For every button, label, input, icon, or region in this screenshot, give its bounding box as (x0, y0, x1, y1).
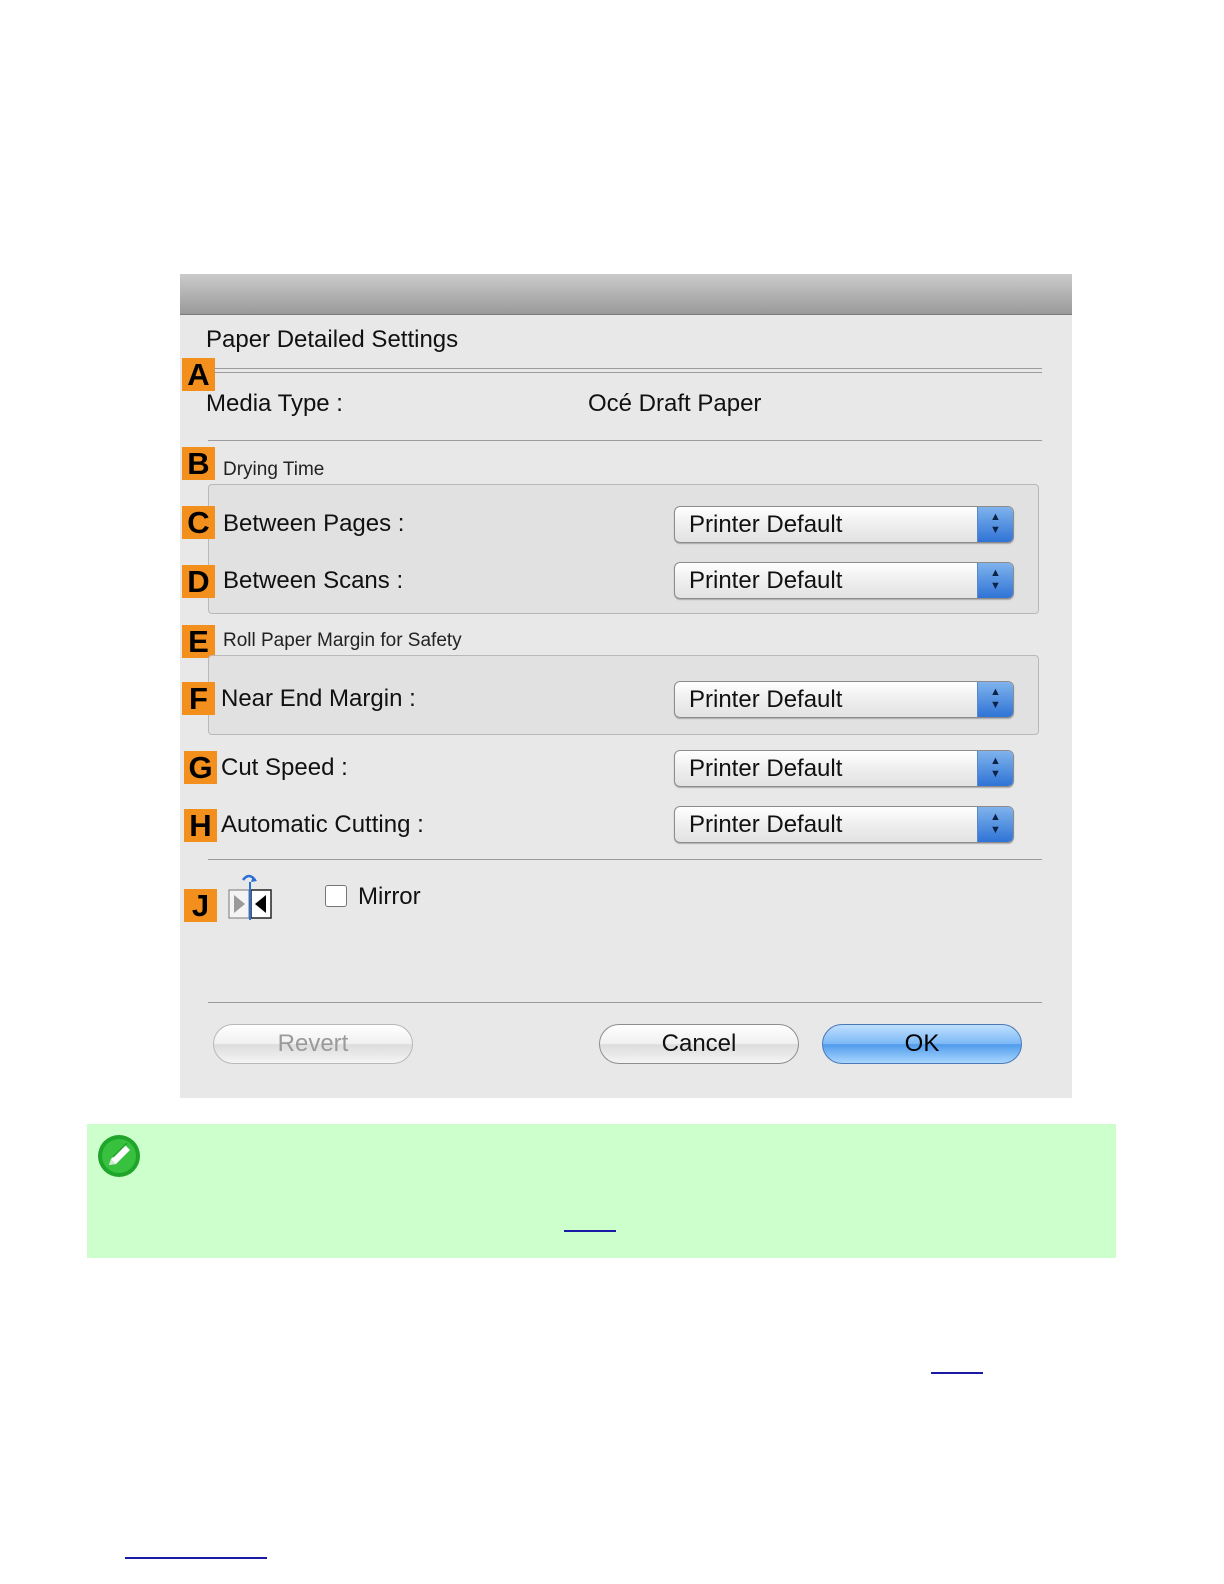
near-end-margin-value: Printer Default (689, 686, 843, 713)
up-down-arrows-icon: ▲ ▼ (977, 751, 1013, 786)
badge-f: F (182, 682, 215, 716)
note-pencil-icon (98, 1135, 140, 1177)
dialog-titlebar[interactable] (180, 274, 1072, 315)
badge-c: C (182, 506, 215, 540)
between-scans-label: Between Scans : (223, 567, 404, 594)
paper-detailed-settings-dialog: Paper Detailed Settings A Media Type : O… (180, 274, 1072, 1098)
badge-b: B (182, 447, 215, 481)
badge-e: E (182, 625, 215, 659)
revert-button[interactable]: Revert (213, 1024, 413, 1064)
media-type-value: Océ Draft Paper (588, 390, 762, 417)
automatic-cutting-label: Automatic Cutting : (221, 811, 424, 838)
up-down-arrows-icon: ▲ ▼ (977, 563, 1013, 598)
drying-time-title: Drying Time (223, 459, 325, 480)
cut-speed-value: Printer Default (689, 755, 843, 782)
ok-button[interactable]: OK (822, 1024, 1022, 1064)
cut-speed-select[interactable]: Printer Default ▲ ▼ (674, 750, 1014, 787)
note-box (87, 1124, 1116, 1258)
mirror-checkbox[interactable] (325, 885, 347, 907)
cut-speed-label: Cut Speed : (221, 754, 348, 781)
between-scans-value: Printer Default (689, 567, 843, 594)
media-type-label: Media Type : (206, 390, 343, 417)
badge-d: D (182, 565, 215, 599)
between-pages-value: Printer Default (689, 511, 843, 538)
badge-h: H (184, 809, 217, 843)
automatic-cutting-select[interactable]: Printer Default ▲ ▼ (674, 806, 1014, 843)
dialog-title: Paper Detailed Settings (206, 326, 459, 353)
roll-margin-title: Roll Paper Margin for Safety (223, 630, 462, 651)
automatic-cutting-value: Printer Default (689, 811, 843, 838)
mirror-label[interactable]: Mirror (358, 883, 421, 911)
badge-g: G (184, 751, 217, 785)
media-type-divider (208, 440, 1042, 441)
between-pages-select[interactable]: Printer Default ▲ ▼ (674, 506, 1014, 543)
cancel-button[interactable]: Cancel (599, 1024, 799, 1064)
between-scans-select[interactable]: Printer Default ▲ ▼ (674, 562, 1014, 599)
footer-divider (208, 1002, 1042, 1003)
between-pages-label: Between Pages : (223, 510, 405, 537)
title-divider (214, 368, 1042, 373)
up-down-arrows-icon: ▲ ▼ (977, 507, 1013, 542)
near-end-margin-select[interactable]: Printer Default ▲ ▼ (674, 681, 1014, 718)
near-end-margin-label: Near End Margin : (221, 685, 416, 712)
cutting-divider (208, 859, 1042, 860)
badge-a: A (182, 358, 215, 392)
bottom-link[interactable] (125, 1557, 267, 1559)
up-down-arrows-icon: ▲ ▼ (977, 682, 1013, 717)
badge-j: J (184, 889, 217, 923)
note-link[interactable] (564, 1230, 616, 1232)
mirror-preview-icon (228, 874, 272, 920)
page-link[interactable] (931, 1372, 983, 1374)
up-down-arrows-icon: ▲ ▼ (977, 807, 1013, 842)
